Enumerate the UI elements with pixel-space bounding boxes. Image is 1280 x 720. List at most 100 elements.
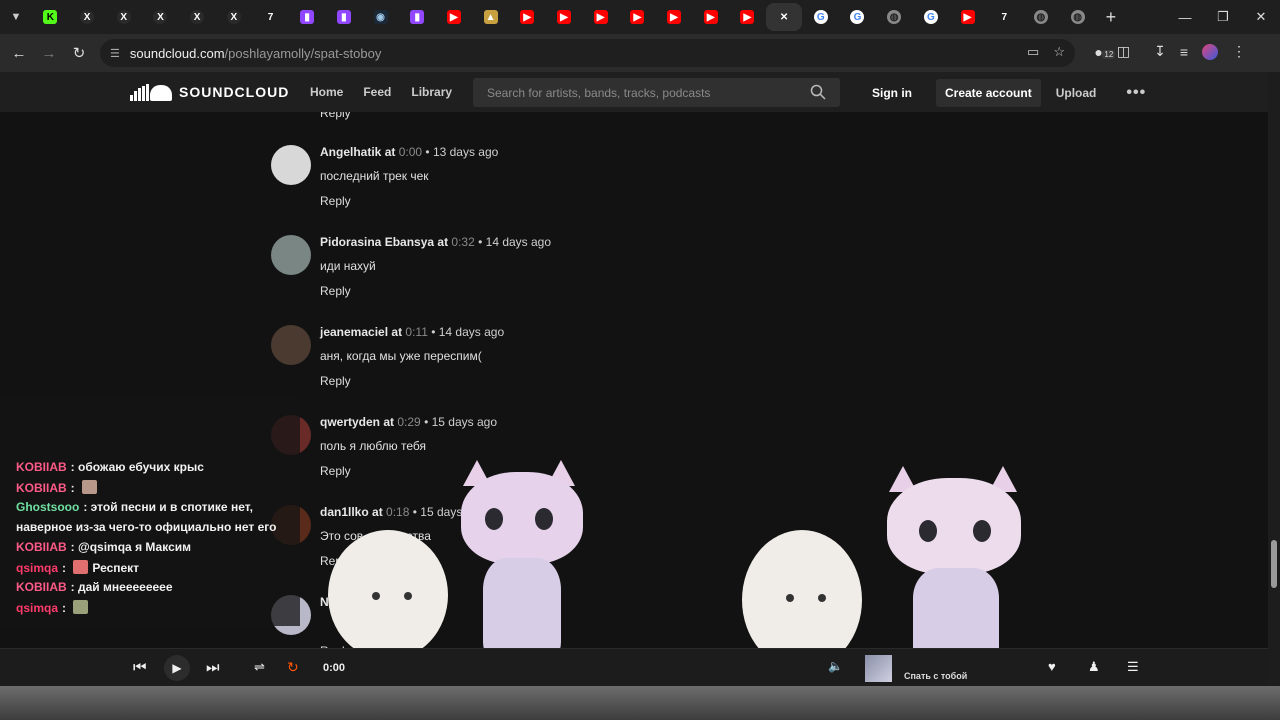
chat-username: qsimqa (16, 601, 59, 615)
browser-tab[interactable]: G (913, 3, 950, 31)
comment-timestamp[interactable]: 0:00 (399, 145, 422, 159)
new-tab-button[interactable]: + (1096, 7, 1126, 28)
track-title[interactable]: Спать с тобой (904, 671, 967, 681)
follow-user-icon[interactable]: ♟ (1088, 659, 1100, 675)
browser-tab[interactable]: X (215, 3, 252, 31)
browser-tab[interactable]: X (69, 3, 106, 31)
queue-list-icon[interactable]: ☰ (1127, 659, 1139, 675)
reply-link[interactable]: Reply (320, 374, 351, 388)
upload-link[interactable]: Upload (1056, 86, 1097, 100)
shuffle-icon[interactable]: ⇌ (254, 659, 265, 675)
page-scrollbar[interactable] (1268, 72, 1280, 686)
comment-username[interactable]: jeanemaciel (320, 325, 388, 339)
browser-tab[interactable]: ▶ (546, 3, 583, 31)
browser-tab[interactable]: K (32, 3, 69, 31)
nav-feed[interactable]: Feed (363, 85, 391, 99)
window-controls: — ❐ ✕ (1166, 0, 1280, 34)
download-icon[interactable]: ↧ (1154, 43, 1166, 60)
nav-home[interactable]: Home (310, 85, 343, 99)
close-window-icon[interactable]: ✕ (1242, 0, 1280, 34)
search-input[interactable] (473, 78, 793, 107)
search-icon[interactable] (810, 84, 826, 100)
comment-timestamp[interactable]: 0:32 (451, 235, 474, 249)
profile-avatar[interactable] (1202, 43, 1218, 60)
x-favicon-icon: X (116, 10, 131, 24)
address-bar[interactable]: ☰ soundcloud.com/poshlayamolly/spat-stob… (100, 39, 1075, 67)
reply-link[interactable]: Reply (320, 194, 351, 208)
browser-tab[interactable]: ▶ (729, 3, 766, 31)
volume-icon[interactable]: 🔈 (828, 659, 843, 673)
browser-tab[interactable]: ◍ (1059, 3, 1096, 31)
media-queue-icon[interactable]: ≡ (1180, 44, 1188, 60)
chat-username: KOBIIAB (16, 540, 67, 554)
chat-text: этой песни и в спотике нет, (90, 500, 254, 514)
reply-link[interactable]: Reply (320, 284, 351, 298)
create-account-button[interactable]: Create account (936, 79, 1041, 107)
sign-in-button[interactable]: Sign in (860, 78, 924, 108)
previous-track-icon[interactable]: ⏮ (133, 659, 147, 676)
install-app-icon[interactable]: ▭ (1027, 44, 1039, 60)
tab-search-chevron-icon[interactable]: ▼ (0, 11, 32, 23)
comment-age: • 14 days ago (478, 235, 552, 249)
browser-tab[interactable]: ▶ (619, 3, 656, 31)
site-info-icon[interactable]: ☰ (110, 47, 120, 60)
comment-username[interactable]: dan1llko (320, 505, 369, 519)
comment-username[interactable]: qwertyden (320, 415, 380, 429)
commenter-avatar[interactable] (271, 235, 311, 275)
comment-timestamp[interactable]: 0:18 (386, 505, 409, 519)
browser-tab[interactable]: ▶ (582, 3, 619, 31)
bookmark-star-icon[interactable]: ☆ (1053, 44, 1065, 60)
browser-tab[interactable]: X (179, 3, 216, 31)
browser-tab[interactable]: ▮ (326, 3, 363, 31)
browser-tab[interactable]: ▮ (289, 3, 326, 31)
extensions-puzzle-icon[interactable]: ◫ (1117, 43, 1130, 60)
browser-tab[interactable]: ✕ (765, 3, 803, 31)
soundcloud-logo[interactable]: SOUNDCLOUD (130, 83, 289, 101)
more-options-icon[interactable]: ••• (1126, 84, 1146, 102)
browser-tab[interactable]: ▶ (949, 3, 986, 31)
globe-favicon-icon: ◍ (887, 10, 902, 24)
comment-timestamp[interactable]: 0:29 (397, 415, 420, 429)
minimize-icon[interactable]: — (1166, 0, 1204, 34)
commenter-avatar[interactable] (271, 145, 311, 185)
browser-tab[interactable]: ◉ (362, 3, 399, 31)
browser-tab[interactable]: ▶ (509, 3, 546, 31)
back-arrow-icon[interactable]: ← (4, 45, 34, 62)
repeat-icon[interactable]: ↻ (287, 659, 299, 676)
twitch-favicon-icon: ▮ (300, 10, 315, 24)
like-heart-icon[interactable]: ♥ (1048, 659, 1056, 674)
browser-tab[interactable]: ▲ (472, 3, 509, 31)
browser-tab[interactable]: 7 (986, 3, 1023, 31)
google-favicon-icon: G (923, 10, 938, 24)
comment-username[interactable]: Angelhatik (320, 145, 381, 159)
browser-tab[interactable]: ▶ (656, 3, 693, 31)
browser-tab[interactable]: G (802, 3, 839, 31)
reload-icon[interactable]: ↻ (64, 44, 94, 62)
nav-library[interactable]: Library (411, 85, 452, 99)
comment-timestamp[interactable]: 0:11 (405, 325, 427, 339)
next-track-icon[interactable]: ⏭ (206, 659, 220, 676)
reply-link[interactable]: Reply (320, 464, 351, 478)
comment-at-label: at (383, 415, 395, 429)
browser-tab[interactable]: ▮ (399, 3, 436, 31)
reply-link[interactable]: Reply (320, 112, 351, 120)
commenter-avatar[interactable] (271, 325, 311, 365)
extension-badge-icon[interactable]: ● 12 (1094, 44, 1116, 60)
restore-icon[interactable]: ❐ (1204, 0, 1242, 34)
scrollbar-thumb[interactable] (1271, 540, 1277, 588)
browser-tab[interactable]: X (142, 3, 179, 31)
url-host: soundcloud.com (129, 45, 225, 61)
browser-tab[interactable]: ◍ (1023, 3, 1060, 31)
browser-tab[interactable]: ◍ (876, 3, 913, 31)
comment-username[interactable]: Pidorasina Ebansya (320, 235, 434, 249)
youtube-favicon-icon: ▶ (703, 10, 718, 24)
forward-arrow-icon[interactable]: → (34, 45, 64, 62)
browser-tab[interactable]: ▶ (692, 3, 729, 31)
track-artwork[interactable] (865, 655, 892, 682)
browser-tab[interactable]: G (839, 3, 876, 31)
play-button[interactable]: ▶ (164, 655, 190, 681)
browser-tab[interactable]: X (105, 3, 142, 31)
browser-tab[interactable]: ▶ (436, 3, 473, 31)
browser-menu-icon[interactable]: ⋮ (1232, 43, 1246, 60)
browser-tab[interactable]: 7 (252, 3, 289, 31)
